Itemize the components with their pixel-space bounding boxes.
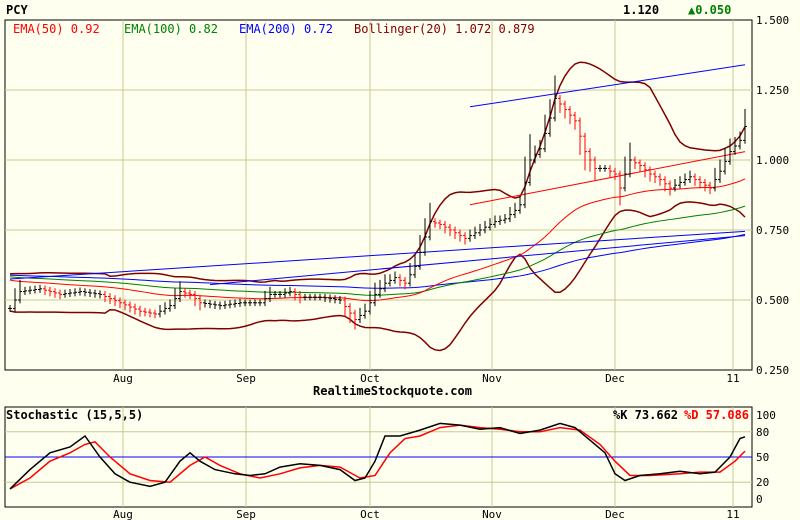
- y-tick-label: 1.500: [756, 14, 789, 27]
- symbol: PCY: [6, 3, 28, 17]
- x-tick-label: Sep: [236, 372, 256, 385]
- y-tick-label: 1.250: [756, 84, 789, 97]
- stoch-y-tick-label: 50: [756, 451, 769, 464]
- stoch-k: %K 73.662: [613, 408, 679, 422]
- x-tick-label: Aug: [113, 372, 133, 385]
- x-tick-label: 11: [726, 508, 739, 520]
- x-tick-label: Nov: [482, 508, 502, 520]
- legend-ema200: EMA(200) 0.72: [239, 22, 333, 36]
- y-tick-label: 0.750: [756, 224, 789, 237]
- y-tick-label: 0.500: [756, 294, 789, 307]
- x-tick-label: Sep: [236, 508, 256, 520]
- stoch-title: Stochastic (15,5,5): [6, 408, 144, 422]
- x-tick-label: Dec: [605, 372, 625, 385]
- price-change: ▲0.050: [688, 3, 732, 17]
- y-tick-label: 0.250: [756, 364, 789, 377]
- y-tick-label: 1.000: [756, 154, 789, 167]
- stoch-y-tick-label: 20: [756, 476, 769, 489]
- last-price: 1.120: [623, 3, 660, 17]
- x-tick-label: Nov: [482, 372, 502, 385]
- legend-ema100: EMA(100) 0.82: [124, 22, 218, 36]
- x-tick-label: Dec: [605, 508, 625, 520]
- legend-ema50: EMA(50) 0.92: [13, 22, 100, 36]
- x-tick-label: 11: [726, 372, 739, 385]
- stoch-y-tick-label: 100: [756, 409, 776, 422]
- price-panel: [4, 19, 753, 371]
- x-tick-label: Oct: [360, 508, 380, 520]
- chart-svg: 1.500 1.250 1.000 0.750 0.500 0.250 Aug Aug Sep S…: [4, 14, 789, 520]
- stoch-y-tick-label: 80: [756, 426, 769, 439]
- legend-bollinger: Bollinger(20) 1.072 0.879: [354, 22, 535, 36]
- chart-container: 1.500 1.250 1.000 0.750 0.500 0.250 Aug Aug Sep S…: [0, 0, 800, 520]
- stoch-y-tick-label: 0: [756, 493, 763, 506]
- source-label: RealtimeStockquote.com: [313, 384, 472, 398]
- stoch-d: %D 57.086: [684, 408, 750, 422]
- x-tick-label: Aug: [113, 508, 133, 520]
